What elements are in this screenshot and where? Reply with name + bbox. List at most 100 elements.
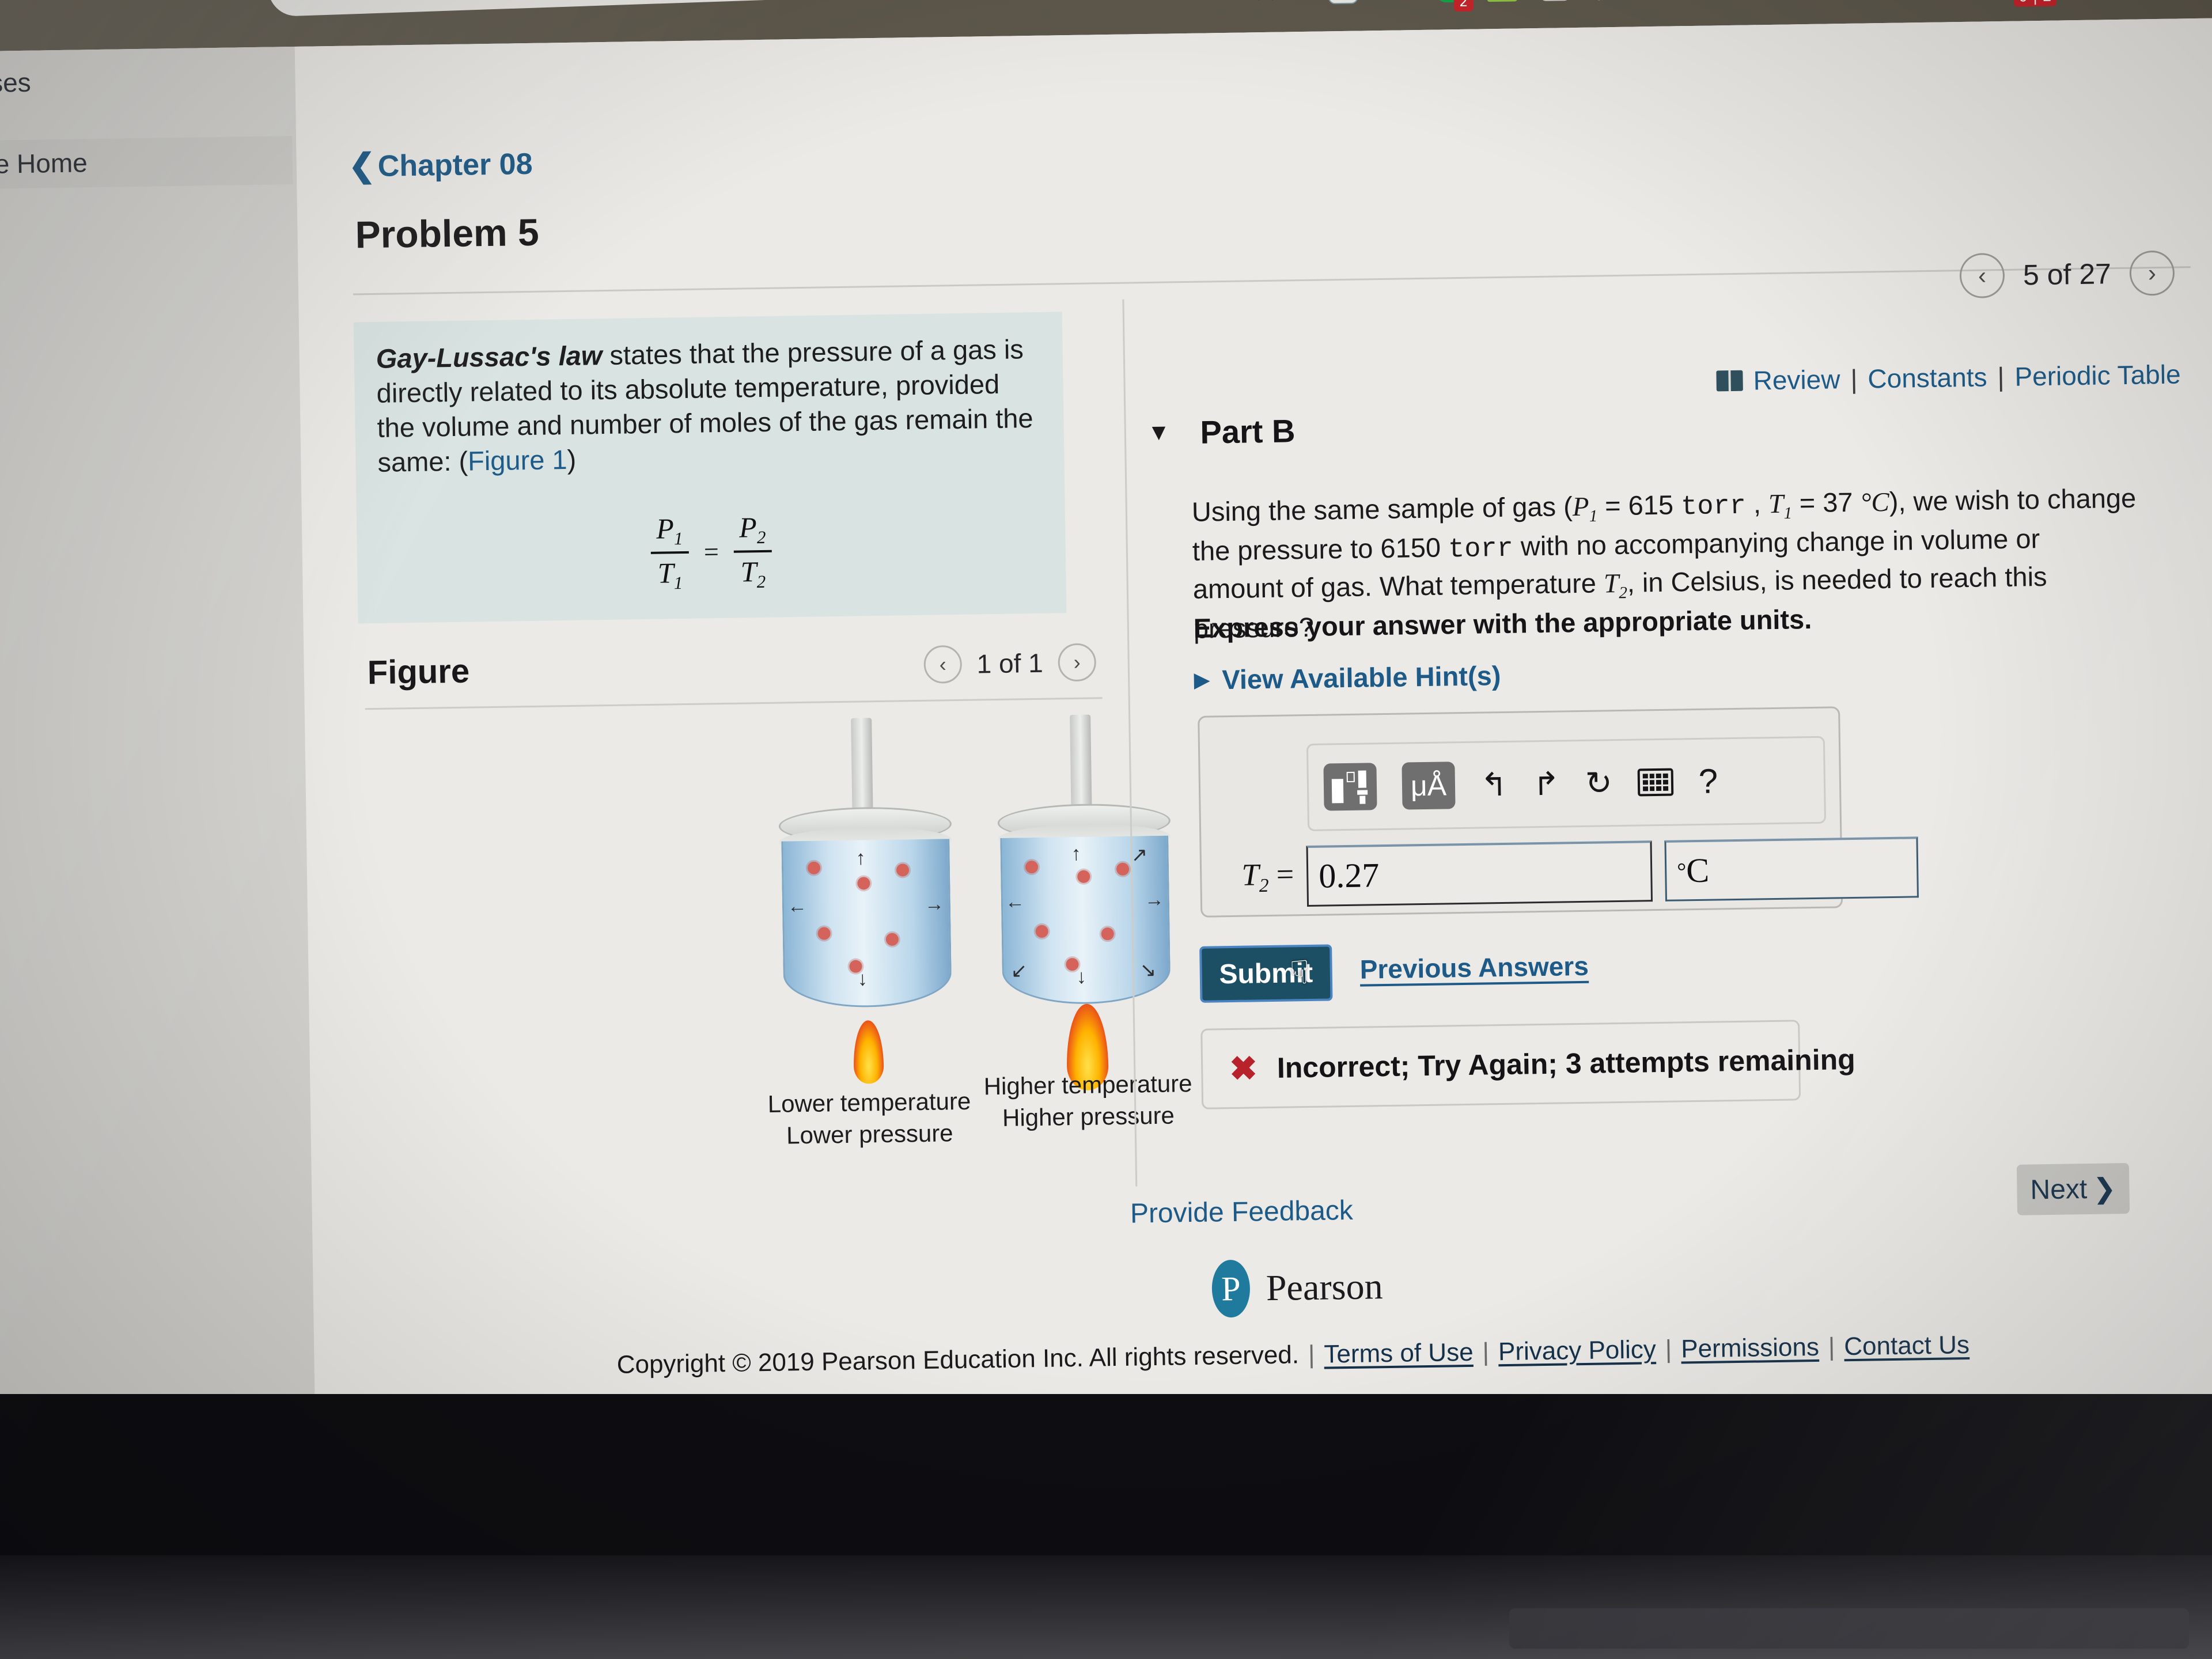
- p2-symbol: P: [738, 510, 757, 544]
- amazon-extension-icon[interactable]: a: [1381, 0, 1411, 3]
- question-eq-1: = 615: [1597, 489, 1681, 521]
- unit-letter: C: [1685, 851, 1710, 890]
- keyboard-edge: [1509, 1608, 2189, 1649]
- t2-subscript: 2: [756, 571, 766, 592]
- screenshot-photo: ...ge.com/course.html?courseId=15556158&…: [0, 0, 2212, 1659]
- fraction-p2-t2: P 2 T2: [733, 510, 772, 592]
- gas-particle: [1101, 927, 1114, 941]
- flame-icon: [853, 1020, 884, 1084]
- degree-symbol: °: [1676, 858, 1687, 884]
- question-t2-subscript: 2: [1619, 584, 1628, 603]
- provide-feedback-link[interactable]: Provide Feedback: [1130, 1195, 1354, 1230]
- lms-sidebar: ourses se Home :: [0, 46, 316, 1457]
- constants-link[interactable]: Constants: [1868, 361, 1987, 394]
- gas-particle: [857, 877, 870, 890]
- arrow-down-right-icon: ↘: [1139, 959, 1157, 982]
- coupon-scissors-extension-icon[interactable]: ✂: [1487, 0, 1517, 2]
- figure-caption-right: Higher temperature Higher pressure: [967, 1067, 1210, 1135]
- answer-input[interactable]: 0.27: [1306, 840, 1653, 907]
- answer-unit-input[interactable]: ° C: [1664, 836, 1919, 902]
- pager-next-button[interactable]: ›: [2129, 250, 2175, 296]
- pager-prev-button[interactable]: ‹: [1959, 252, 2005, 299]
- previous-answers-link[interactable]: Previous Answers: [1359, 950, 1589, 985]
- feedback-banner: ✖ Incorrect; Try Again; 3 attempts remai…: [1200, 1020, 1855, 1109]
- figure-next-button[interactable]: ›: [1058, 642, 1097, 681]
- page-title: Problem 5: [355, 210, 540, 256]
- figure-1-link[interactable]: Figure 1: [468, 444, 567, 476]
- laptop-screen: ...ge.com/course.html?courseId=15556158&…: [0, 0, 2212, 1457]
- privacy-policy-link[interactable]: Privacy Policy: [1498, 1335, 1657, 1366]
- reset-icon[interactable]: ↻: [1585, 764, 1612, 801]
- gas-cylinder-figure: ↑ ← → ↓ ↑ ↗ ← → ↙ ↓ ↘ Lower temperature …: [767, 713, 1244, 1149]
- piston-rod: [1070, 714, 1092, 813]
- arrow-up-icon: ↑: [855, 847, 866, 869]
- chevron-down-icon[interactable]: ▼: [1147, 419, 1171, 446]
- question-t2-symbol: T: [1603, 569, 1619, 599]
- template-fraction-button[interactable]: [1323, 763, 1377, 811]
- footer-separator: |: [1665, 1335, 1672, 1363]
- equals-sign: =: [703, 537, 719, 567]
- t1-subscript: 1: [673, 572, 683, 593]
- arrow-down-left-icon: ↙: [1010, 960, 1028, 982]
- problem-left-column: Gay-Lussac's law states that the pressur…: [353, 311, 1101, 624]
- address-bar[interactable]: ...ge.com/course.html?courseId=15556158&…: [267, 0, 1214, 17]
- grammarly-check-extension-icon[interactable]: ✔2: [1434, 0, 1474, 12]
- view-hints-link[interactable]: ▶ View Available Hint(s): [1194, 660, 1501, 696]
- cylinder-high-temperature: ↑ ↗ ← → ↙ ↓ ↘: [996, 714, 1171, 1091]
- part-header[interactable]: ▼ Part B: [1147, 412, 1296, 452]
- law-body-2: ): [567, 444, 577, 475]
- question-segment-1: Using the same sample of gas (: [1191, 491, 1573, 527]
- p1-subscript: 1: [673, 528, 683, 548]
- denominator-t2: T2: [734, 552, 771, 592]
- periodic-table-link[interactable]: Periodic Table: [2014, 358, 2181, 392]
- next-button[interactable]: Next ❯: [2016, 1162, 2130, 1215]
- feedback-message: Incorrect; Try Again; 3 attempts remaini…: [1277, 1043, 1856, 1084]
- cylinder-body: ↑ ← → ↓: [781, 839, 952, 1009]
- arrow-down-icon: ↓: [1076, 965, 1087, 988]
- cylinder-body: ↑ ↗ ← → ↙ ↓ ↘: [1000, 835, 1171, 1005]
- keyboard-icon[interactable]: [1637, 768, 1674, 797]
- numerator-p1: P1: [650, 512, 689, 552]
- units-mu-angstrom-button[interactable]: μÅ: [1402, 762, 1456, 810]
- honey-extension-icon[interactable]: h: [1540, 0, 1570, 1]
- shopping-bag-extension-icon[interactable]: ♥: [1328, 0, 1358, 5]
- breadcrumb[interactable]: ❮Chapter 08: [348, 144, 533, 185]
- figure-pager: ‹ 1 of 1 ›: [923, 642, 1097, 684]
- triangle-right-icon: ▶: [1194, 669, 1210, 691]
- terms-of-use-link[interactable]: Terms of Use: [1324, 1338, 1474, 1369]
- help-icon[interactable]: ?: [1698, 762, 1718, 800]
- answer-var: T: [1241, 857, 1259, 892]
- figure-caption-right-line1: Higher temperature: [983, 1070, 1192, 1100]
- answer-variable-label: T2 =: [1213, 856, 1294, 897]
- permissions-link[interactable]: Permissions: [1681, 1333, 1819, 1364]
- denominator-t1: T1: [652, 554, 688, 594]
- contact-us-link[interactable]: Contact Us: [1844, 1331, 1969, 1361]
- fraction-p1-t1: P1 T1: [650, 512, 690, 594]
- undo-icon[interactable]: ↰: [1480, 766, 1508, 803]
- figure-prev-button[interactable]: ‹: [923, 645, 963, 684]
- figure-caption-left-line2: Lower pressure: [786, 1119, 953, 1149]
- browser-extensions-row: ♥ a ✔2 ✂ h p 🛡 e ◎ 🔒 📍 0 | 2: [1328, 0, 2125, 12]
- question-p1-symbol: P: [1572, 491, 1589, 522]
- extension-badge-count: 2: [1453, 0, 1474, 12]
- part-label: Part B: [1199, 412, 1296, 450]
- pager-label: 5 of 27: [2022, 257, 2112, 291]
- answer-row: T2 = 0.27 ° C: [1213, 836, 1919, 908]
- header-divider: [353, 266, 2191, 296]
- answer-entry-panel: μÅ ↰ ↱ ↻ ? T2 = 0.27 ° C: [1198, 706, 1919, 918]
- sidebar-item-course-home[interactable]: se Home: [0, 136, 293, 190]
- review-link[interactable]: Review: [1753, 363, 1840, 396]
- laptop-bezel: [0, 1394, 2212, 1659]
- sidebar-item-courses[interactable]: ourses: [0, 67, 31, 99]
- gas-particle: [817, 927, 831, 940]
- gas-particle: [1116, 862, 1130, 876]
- redo-icon[interactable]: ↱: [1532, 766, 1560, 802]
- gas-particle: [1077, 870, 1090, 883]
- arrow-right-icon: →: [1144, 888, 1165, 911]
- bookmark-star-icon[interactable]: ☆: [1252, 0, 1279, 8]
- link-separator: |: [1850, 363, 1858, 394]
- cylinder-low-temperature: ↑ ← → ↓: [777, 717, 952, 1084]
- t2-symbol: T: [740, 555, 757, 588]
- page-body: ourses se Home : ❮Chapter 08 Problem 5 ‹…: [0, 17, 2212, 1457]
- submit-button[interactable]: Submit: [1199, 944, 1333, 1003]
